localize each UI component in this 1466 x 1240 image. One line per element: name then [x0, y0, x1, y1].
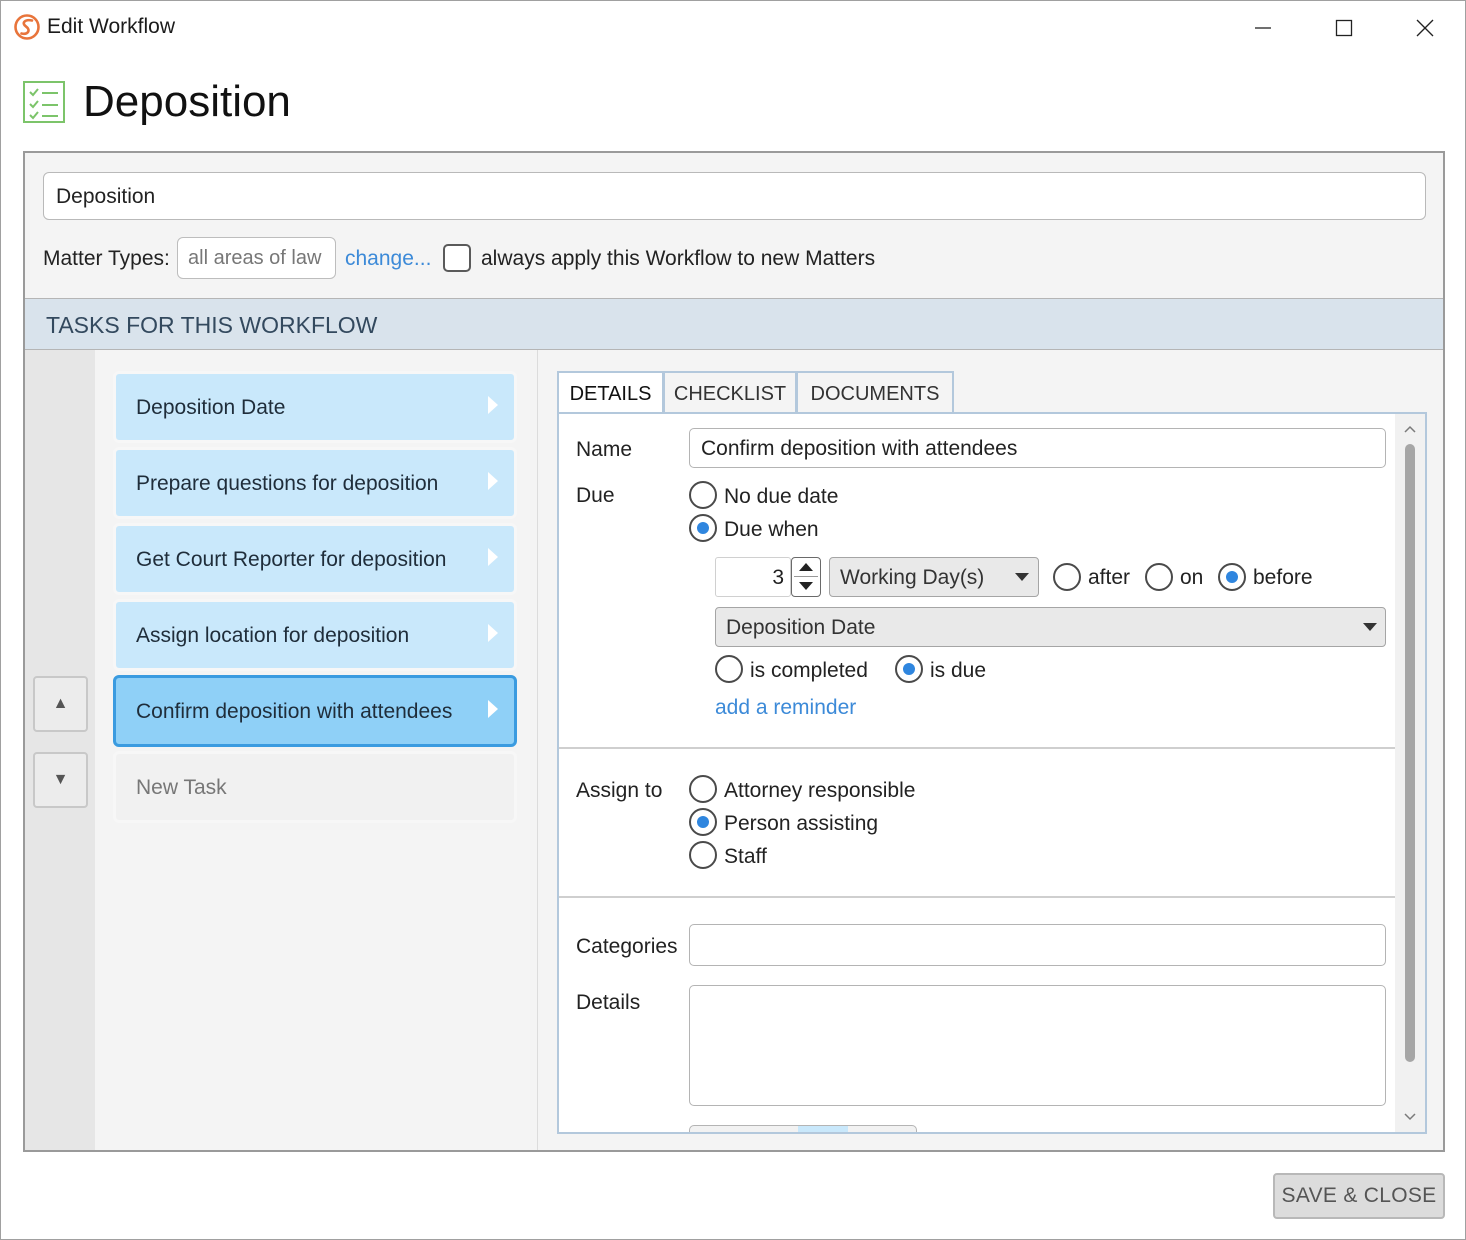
chevron-right-icon: [488, 700, 498, 718]
checklist-icon: [23, 81, 65, 123]
due-amount-input[interactable]: 3: [715, 557, 791, 597]
minimize-icon: [1255, 27, 1271, 29]
task-item-selected[interactable]: Confirm deposition with attendees: [113, 675, 517, 747]
minimize-button[interactable]: [1241, 11, 1285, 45]
new-task-label: New Task: [136, 776, 227, 799]
details-scrollbar[interactable]: [1395, 414, 1425, 1132]
details-textarea[interactable]: [689, 985, 1386, 1106]
staff-label: Staff: [724, 845, 767, 868]
chevron-down-icon: [1015, 573, 1029, 581]
save-close-button[interactable]: SAVE & CLOSE: [1273, 1173, 1445, 1219]
stepper-divider: [794, 576, 818, 577]
is-due-radio[interactable]: [895, 655, 923, 683]
add-reminder-link[interactable]: add a reminder: [715, 696, 856, 720]
matter-types-label: Matter Types:: [43, 247, 170, 270]
chevron-right-icon: [488, 624, 498, 642]
matter-types-field[interactable]: all areas of law: [177, 237, 336, 279]
tasks-section-title: TASKS FOR THIS WORKFLOW: [46, 312, 378, 338]
is-completed-radio[interactable]: [715, 655, 743, 683]
stepper-down-icon[interactable]: [799, 582, 813, 590]
task-item-label: Deposition Date: [136, 396, 286, 419]
window-title: Edit Workflow: [47, 15, 175, 38]
chevron-right-icon: [488, 548, 498, 566]
task-item-label: Prepare questions for deposition: [136, 472, 439, 495]
app-logo-icon: [13, 13, 41, 41]
attorney-responsible-label: Attorney responsible: [724, 779, 916, 802]
arrow-up-icon: ▲: [52, 695, 69, 712]
chevron-down-icon: [1363, 623, 1377, 631]
move-task-up-button[interactable]: ▲: [33, 676, 88, 732]
arrow-down-icon: ▼: [52, 771, 69, 788]
section-divider: [559, 896, 1397, 898]
workflow-panel: Deposition Matter Types: all areas of la…: [23, 151, 1445, 1152]
due-unit-select[interactable]: Working Day(s): [829, 557, 1039, 597]
scrollbar-thumb[interactable]: [1405, 444, 1415, 1062]
person-assisting-label: Person assisting: [724, 812, 879, 835]
chevron-right-icon: [488, 472, 498, 490]
task-item-label: Get Court Reporter for deposition: [136, 548, 447, 571]
on-label: on: [1180, 566, 1204, 589]
page-title: Deposition: [83, 77, 291, 126]
task-item-label: Confirm deposition with attendees: [136, 700, 453, 723]
due-when-label: Due when: [724, 518, 819, 541]
details-label: Details: [576, 991, 641, 1014]
assign-to-label: Assign to: [576, 779, 663, 802]
tasks-section-header: TASKS FOR THIS WORKFLOW: [25, 298, 1443, 350]
maximize-button[interactable]: [1322, 11, 1366, 45]
name-label: Name: [576, 438, 633, 461]
on-radio[interactable]: [1145, 563, 1173, 591]
title-bar: Edit Workflow: [1, 1, 1465, 55]
is-due-label: is due: [930, 659, 987, 682]
workflow-name-input[interactable]: Deposition: [43, 172, 1426, 220]
maximize-icon: [1335, 19, 1353, 37]
edit-workflow-window: Edit Workflow Deposition Deposition Matt…: [0, 0, 1466, 1240]
categories-label: Categories: [576, 935, 678, 958]
before-label: before: [1253, 566, 1313, 589]
always-apply-checkbox[interactable]: [443, 244, 471, 272]
tab-documents[interactable]: DOCUMENTS: [796, 371, 954, 414]
task-item[interactable]: Prepare questions for deposition: [113, 447, 517, 519]
after-label: after: [1088, 566, 1131, 589]
partial-toggle-segment: [798, 1126, 848, 1132]
section-divider: [559, 747, 1397, 749]
task-item[interactable]: Deposition Date: [113, 371, 517, 443]
change-matter-types-link[interactable]: change...: [345, 247, 431, 271]
is-completed-label: is completed: [750, 659, 868, 682]
staff-radio[interactable]: [689, 841, 717, 869]
close-button[interactable]: [1403, 11, 1447, 45]
task-item[interactable]: Assign location for deposition: [113, 599, 517, 671]
details-tab-panel: Name Confirm deposition with attendees D…: [557, 412, 1427, 1134]
tab-details[interactable]: DETAILS: [557, 371, 664, 416]
attorney-responsible-radio[interactable]: [689, 775, 717, 803]
no-due-date-radio[interactable]: [689, 481, 717, 509]
related-task-value: Deposition Date: [726, 616, 876, 639]
tab-checklist[interactable]: CHECKLIST: [663, 371, 797, 414]
task-item-label: Assign location for deposition: [136, 624, 410, 647]
scroll-up-icon[interactable]: [1403, 422, 1417, 436]
due-when-radio[interactable]: [689, 514, 717, 542]
new-task-item[interactable]: New Task: [113, 751, 517, 823]
due-label: Due: [576, 484, 615, 507]
before-radio[interactable]: [1218, 563, 1246, 591]
due-unit-value: Working Day(s): [840, 566, 985, 589]
chevron-right-icon: [488, 396, 498, 414]
no-due-date-label: No due date: [724, 485, 839, 508]
person-assisting-radio[interactable]: [689, 808, 717, 836]
stepper-up-icon[interactable]: [799, 563, 813, 571]
task-item[interactable]: Get Court Reporter for deposition: [113, 523, 517, 595]
close-icon: [1416, 19, 1434, 37]
after-radio[interactable]: [1053, 563, 1081, 591]
task-name-input[interactable]: Confirm deposition with attendees: [689, 428, 1386, 468]
partial-toggle-control[interactable]: [689, 1125, 917, 1132]
due-amount-stepper[interactable]: [791, 557, 821, 597]
related-task-select[interactable]: Deposition Date: [715, 607, 1386, 647]
always-apply-label: always apply this Workflow to new Matter…: [481, 247, 876, 270]
reorder-column: ▲ ▼: [25, 350, 95, 1150]
move-task-down-button[interactable]: ▼: [33, 752, 88, 808]
categories-input[interactable]: [689, 924, 1386, 966]
scroll-down-icon[interactable]: [1403, 1110, 1417, 1124]
